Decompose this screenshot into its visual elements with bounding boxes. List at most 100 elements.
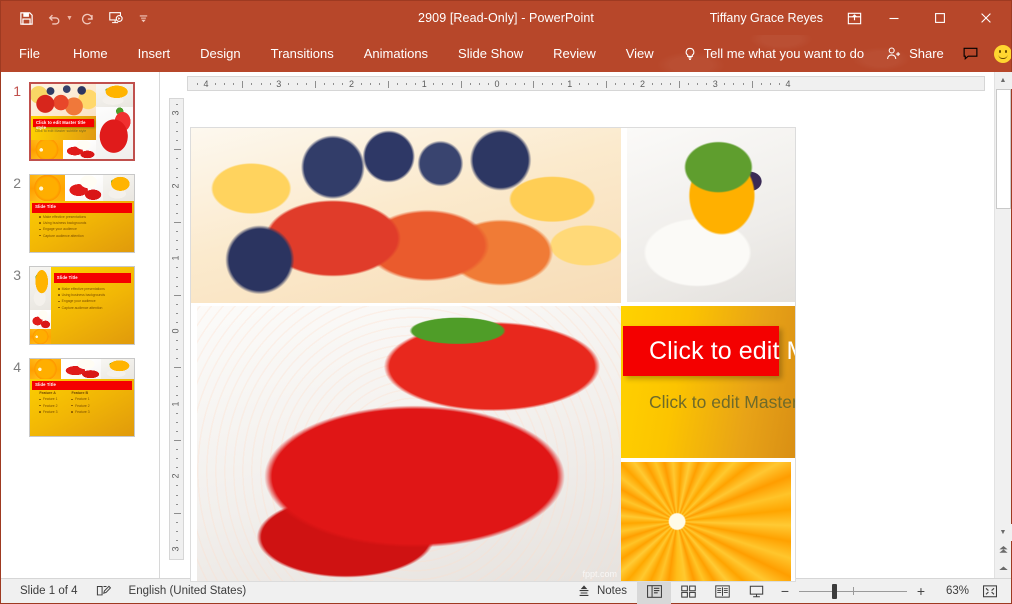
slideshow-view-button[interactable] [739, 579, 773, 604]
ruler-tick [175, 503, 178, 505]
thumbnail-number: 2 [13, 175, 21, 191]
share-button[interactable]: Share [876, 35, 954, 72]
tab-file[interactable]: File [1, 35, 58, 72]
language-indicator[interactable]: English (United States) [120, 579, 256, 604]
photo-fruit-salad[interactable] [191, 128, 621, 306]
notes-icon [577, 584, 591, 598]
mini-slide-1: Click to edit Master title style Click t… [31, 84, 133, 159]
mini-bullet: Engage your audience [61, 299, 96, 304]
thumbnail-preview[interactable]: Click to edit Master title style Click t… [29, 82, 135, 161]
mini-bullet: Capture audience attention [42, 233, 84, 238]
ruler-tick [287, 83, 289, 85]
photo-mango-dessert[interactable] [621, 128, 795, 306]
tab-review[interactable]: Review [538, 35, 611, 72]
zoom-level-label[interactable]: 63% [935, 585, 969, 597]
tell-me-search[interactable]: Tell me what you want to do [669, 35, 876, 72]
ruler-tick [669, 83, 671, 85]
ruler-tick [224, 83, 226, 85]
thumbnail-slide-3[interactable]: 3 Slide Title Make effective presentatio… [1, 266, 159, 345]
ruler-tick [624, 83, 626, 85]
fit-to-window-icon[interactable] [975, 579, 1005, 604]
mini-bullet: Make effective presentations [61, 287, 105, 292]
undo-dropdown-icon[interactable]: ▼ [66, 15, 73, 22]
notes-button[interactable]: Notes [567, 579, 637, 604]
previous-slide-icon[interactable] [995, 541, 1012, 558]
thumbnail-number: 1 [13, 83, 21, 99]
title-placeholder[interactable]: Click to edit Master title style [623, 326, 795, 376]
vertical-ruler[interactable]: 3 2 1 0 1 2 3 [168, 98, 184, 560]
thumbnail-preview[interactable]: Slide Title Make effective presentations… [29, 266, 135, 345]
tab-design[interactable]: Design [185, 35, 255, 72]
ruler-tick [315, 81, 317, 88]
ruler-tick [175, 158, 178, 160]
ruler-tick [175, 276, 178, 278]
user-account-name[interactable]: Tiffany Grace Reyes [710, 11, 823, 25]
slide-counter[interactable]: Slide 1 of 4 [11, 579, 87, 604]
thumbnail-slide-1[interactable]: 1 Click to edit Master title style Click… [1, 82, 159, 161]
ruler-tick [175, 267, 178, 269]
title-placeholder-text: Click to edit Master title style [649, 336, 795, 365]
slide-surface[interactable]: Click to edit Master title style Click t… [191, 128, 795, 581]
slide-sorter-view-button[interactable] [671, 579, 705, 604]
redo-icon[interactable] [75, 6, 101, 30]
mini-photo-fruit [31, 84, 97, 116]
zoom-slider-handle[interactable] [832, 583, 837, 599]
spell-check-icon[interactable] [87, 579, 120, 604]
thumbnail-preview[interactable]: Slide Title Feature A Feature 1 Feature … [29, 358, 135, 437]
photo-big-strawberry[interactable]: fppt.com [191, 306, 621, 581]
slide-thumbnail-pane[interactable]: 1 Click to edit Master title style Click… [1, 72, 159, 578]
ruler-tick [378, 83, 380, 85]
ruler-tick [678, 81, 680, 88]
slide-canvas[interactable]: Click to edit Master title style Click t… [187, 94, 1011, 581]
ruler-tick-label: 2 [348, 79, 355, 89]
ruler-tick [260, 83, 262, 85]
scroll-down-icon[interactable]: ▼ [994, 524, 1012, 541]
tab-insert[interactable]: Insert [123, 35, 186, 72]
ruler-tick [173, 367, 181, 369]
ruler-tick [415, 83, 417, 85]
zoom-slider[interactable] [799, 579, 907, 604]
tab-animations[interactable]: Animations [349, 35, 443, 72]
subtitle-placeholder-text[interactable]: Click to edit Master subtitle style [649, 392, 795, 413]
vertical-scrollbar[interactable]: ▲ ▼ [994, 72, 1012, 578]
mini-bullet: Using business backgrounds [61, 293, 106, 298]
scrollbar-thumb[interactable] [995, 89, 1011, 209]
photo-orange-slice[interactable] [621, 462, 791, 581]
ribbon-display-options-icon[interactable] [837, 3, 871, 33]
normal-view-button[interactable] [637, 578, 671, 604]
tab-view[interactable]: View [611, 35, 669, 72]
zoom-control[interactable]: − + 63% [773, 579, 975, 604]
save-icon[interactable] [13, 6, 39, 30]
ruler-tick [406, 83, 408, 85]
next-slide-icon[interactable] [995, 558, 1012, 575]
zoom-out-button[interactable]: − [779, 583, 791, 599]
ruler-tick [560, 83, 562, 85]
reading-view-button[interactable] [705, 579, 739, 604]
comments-icon[interactable] [954, 35, 988, 72]
ruler-tick [175, 449, 178, 451]
maximize-button[interactable] [917, 1, 963, 35]
start-presentation-icon[interactable] [103, 6, 129, 30]
scroll-up-icon[interactable]: ▲ [994, 72, 1012, 89]
tab-home[interactable]: Home [58, 35, 123, 72]
thumbnail-preview[interactable]: Slide Title Make effective presentations… [29, 174, 135, 253]
tab-transitions[interactable]: Transitions [256, 35, 349, 72]
thumbnail-slide-4[interactable]: 4 Slide Title Feature A Feature 1 Featur… [1, 358, 159, 437]
tab-slide-show[interactable]: Slide Show [443, 35, 538, 72]
scrollbar-track[interactable] [995, 89, 1012, 524]
title-subtitle-block[interactable]: Click to edit Master title style Click t… [621, 306, 795, 458]
horizontal-ruler[interactable]: 4 3 2 1 0 1 2 3 4 [187, 76, 985, 91]
ruler-tick [173, 149, 181, 151]
feedback-smiley-icon[interactable] [993, 44, 1011, 63]
ruler-tick [175, 349, 178, 351]
minimize-button[interactable] [871, 1, 917, 35]
undo-icon[interactable] [41, 6, 67, 30]
close-button[interactable] [963, 1, 1009, 35]
ruler-tick [173, 294, 181, 296]
mini-column-heading: Feature A [39, 391, 56, 396]
customize-qat-icon[interactable] [131, 6, 157, 30]
thumbnail-slide-2[interactable]: 2 Slide Title Make effective presentatio… [1, 174, 159, 253]
ruler-tick [660, 83, 662, 85]
quick-access-toolbar: ▼ [1, 6, 157, 30]
zoom-in-button[interactable]: + [915, 583, 927, 599]
